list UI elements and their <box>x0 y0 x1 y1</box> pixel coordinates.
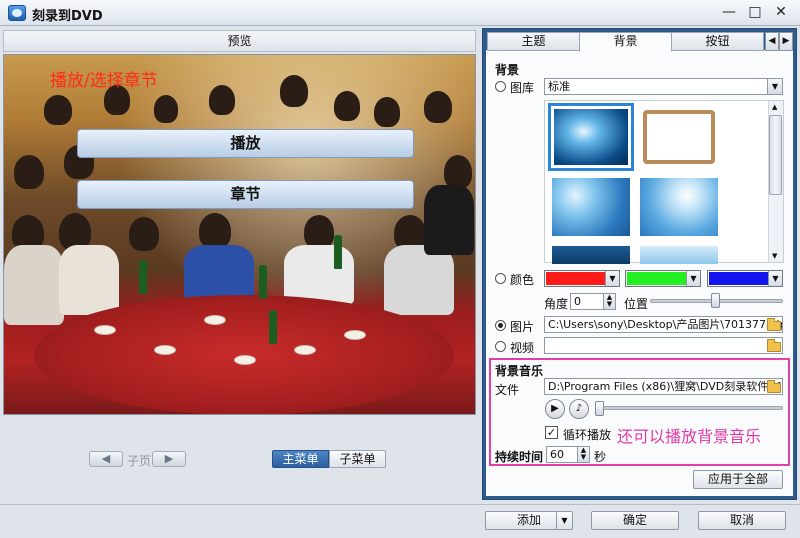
video-path-field[interactable] <box>544 337 783 354</box>
play-icon[interactable]: ▶ <box>545 399 565 419</box>
volume-icon[interactable]: ♪ <box>569 399 589 419</box>
tab-button[interactable]: 按钮 <box>671 32 764 51</box>
music-file-field[interactable]: D:\Program Files (x86)\狸窝\DVD刻录软件\Music\ <box>544 378 783 395</box>
music-file-value: D:\Program Files (x86)\狸窝\DVD刻录软件\Music\ <box>548 380 783 393</box>
gallery-thumb[interactable] <box>552 246 630 264</box>
chevron-down-icon: ▼ <box>605 271 619 286</box>
color-select-1[interactable]: ▼ <box>544 270 620 287</box>
duration-value: 60 <box>550 448 564 461</box>
color-swatch <box>546 272 606 285</box>
duration-stepper[interactable]: 60 ▲ ▼ <box>546 446 590 463</box>
preview-area <box>3 54 476 415</box>
gallery-thumb[interactable] <box>552 178 630 236</box>
play-menu-button[interactable]: 播放 <box>77 129 414 158</box>
music-section-title: 背景音乐 <box>495 364 544 378</box>
next-page-button[interactable]: ▶ <box>152 451 186 467</box>
prev-page-button[interactable]: ◀ <box>89 451 123 467</box>
color-swatch <box>709 272 769 285</box>
subpage-label: 子页 <box>127 454 152 468</box>
add-button-label: 添加 <box>516 513 541 527</box>
folder-icon[interactable] <box>767 318 781 331</box>
duration-label: 持续时间 <box>495 450 544 464</box>
cancel-button[interactable]: 取消 <box>698 511 786 530</box>
angle-stepper[interactable]: 0 ▲ ▼ <box>570 293 616 310</box>
footer-bar <box>0 504 800 538</box>
background-section-title: 背景 <box>495 63 520 77</box>
file-label: 文件 <box>495 383 520 397</box>
minimize-button[interactable]: — <box>718 2 740 22</box>
color-radio[interactable] <box>495 273 506 284</box>
library-radio[interactable] <box>495 81 506 92</box>
image-label: 图片 <box>510 320 535 334</box>
color-label: 颜色 <box>510 273 535 287</box>
title-bar <box>0 0 800 26</box>
tab-theme[interactable]: 主题 <box>487 32 580 51</box>
overlay-caption: 播放/选择章节 <box>50 71 158 91</box>
tab-scroll-right-icon[interactable]: ▶ <box>779 32 793 51</box>
angle-label: 角度 <box>544 297 569 311</box>
image-path-field[interactable]: C:\Users\sony\Desktop\产品图片\7013778.jpg <box>544 316 783 333</box>
scroll-up-icon[interactable]: ▲ <box>772 103 777 111</box>
preview-photo <box>4 55 475 414</box>
gallery-thumb[interactable] <box>641 108 717 166</box>
chevron-down-icon[interactable]: ▼ <box>556 512 572 529</box>
position-slider-knob[interactable] <box>711 293 720 308</box>
spin-icon[interactable]: ▲ ▼ <box>577 447 589 462</box>
preview-header: 预览 <box>3 30 476 52</box>
maximize-button[interactable]: □ <box>744 2 766 22</box>
gallery-thumb[interactable] <box>640 246 718 264</box>
ok-button[interactable]: 确定 <box>591 511 679 530</box>
video-radio[interactable] <box>495 341 506 352</box>
music-progress-slider[interactable] <box>596 406 783 410</box>
chevron-down-icon: ▼ <box>768 271 782 286</box>
color-select-2[interactable]: ▼ <box>625 270 701 287</box>
folder-icon[interactable] <box>767 380 781 393</box>
apply-all-button[interactable]: 应用于全部 <box>693 470 783 489</box>
image-radio[interactable] <box>495 320 506 331</box>
chevron-down-icon: ▼ <box>686 271 700 286</box>
library-select[interactable]: 标准 ▼ <box>544 78 783 95</box>
video-label: 视频 <box>510 341 535 355</box>
close-button[interactable]: ✕ <box>770 2 792 22</box>
color-select-3[interactable]: ▼ <box>707 270 783 287</box>
loop-checkbox[interactable]: ✓ <box>545 426 558 439</box>
tab-scroll-left-icon[interactable]: ◀ <box>765 32 779 51</box>
color-swatch <box>627 272 687 285</box>
music-caption: 还可以播放背景音乐 <box>617 427 762 446</box>
spin-icon[interactable]: ▲ ▼ <box>603 294 615 309</box>
music-progress-knob[interactable] <box>595 401 604 416</box>
chevron-down-icon: ▼ <box>767 79 782 94</box>
gallery-thumb-selected[interactable] <box>548 103 634 171</box>
gallery-thumb[interactable] <box>640 178 718 236</box>
gallery-scroll-thumb[interactable] <box>769 115 782 195</box>
chapter-menu-button[interactable]: 章节 <box>77 180 414 209</box>
scroll-down-icon[interactable]: ▼ <box>772 252 777 260</box>
image-path-value: C:\Users\sony\Desktop\产品图片\7013778.jpg <box>548 318 783 331</box>
app-icon <box>8 5 26 21</box>
tab-sub-menu[interactable]: 子菜单 <box>329 450 386 468</box>
position-label: 位置 <box>624 297 649 311</box>
duration-unit: 秒 <box>594 450 607 464</box>
tab-main-menu[interactable]: 主菜单 <box>272 450 329 468</box>
window-title: 刻录到DVD <box>32 9 103 24</box>
tab-background[interactable]: 背景 <box>579 32 672 52</box>
library-label: 图库 <box>510 81 535 95</box>
library-select-value: 标准 <box>548 80 570 93</box>
loop-label: 循环播放 <box>563 428 612 442</box>
add-button[interactable]: 添加 ▼ <box>485 511 573 530</box>
angle-value: 0 <box>574 295 581 308</box>
folder-icon[interactable] <box>767 339 781 352</box>
